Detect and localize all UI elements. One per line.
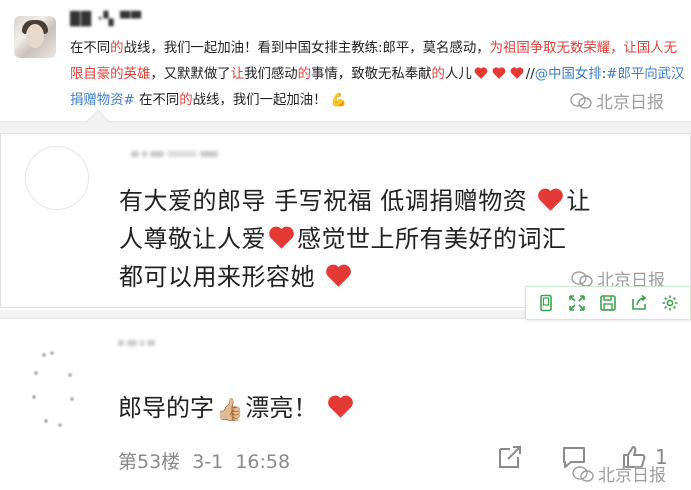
heart-icon xyxy=(492,67,506,79)
heart-icon xyxy=(328,395,353,418)
expand-button[interactable] xyxy=(565,291,589,315)
wechat-icon xyxy=(572,465,594,482)
avatar[interactable] xyxy=(25,146,89,210)
watermark: 北京日报 xyxy=(570,88,664,113)
heart-icon xyxy=(269,226,294,249)
settings-button[interactable] xyxy=(658,291,682,315)
expand-icon xyxy=(568,295,585,311)
floating-toolbar xyxy=(525,286,691,320)
heart-icon xyxy=(538,188,564,211)
thumbs-up-emoji: 👍🏼 xyxy=(216,398,244,423)
floor-number: 第53楼 xyxy=(118,451,181,473)
comment-text: 郎导的字👍🏼漂亮！ xyxy=(118,389,356,430)
date: 3-1 xyxy=(192,451,224,473)
comment-meta: 第53楼 3-1 16:58 xyxy=(118,447,290,474)
share-icon[interactable] xyxy=(496,443,524,471)
time: 16:58 xyxy=(235,451,291,473)
heart-icon xyxy=(510,67,524,79)
comment-card: 有大爱的郎导 手写祝福 低调捐赠物资 让 人尊敬让人爱 感觉世上所有美好的词汇 都… xyxy=(0,133,691,308)
username-blurred xyxy=(131,142,281,164)
username-blurred xyxy=(118,331,268,349)
wechat-icon xyxy=(571,270,593,287)
username[interactable]: ██ ·▚ ▀▀ xyxy=(70,12,142,27)
mention-link[interactable]: @中国女排 xyxy=(535,67,602,82)
flexed-biceps-emoji: 💪 xyxy=(330,93,347,108)
watermark: 北京日报 xyxy=(572,461,666,486)
heart-icon xyxy=(326,264,351,287)
save-icon xyxy=(600,295,616,311)
wechat-icon xyxy=(570,92,592,109)
post-panel: ██ ·▚ ▀▀ 在不同的战线，我们一起加油！看到中国女排主教练:郎平，莫名感动… xyxy=(0,0,691,128)
comment-card: 郎导的字👍🏼漂亮！ 第53楼 3-1 16:58 1 北京日报 xyxy=(0,318,691,490)
save-button[interactable] xyxy=(596,291,620,315)
avatar-blurred xyxy=(28,349,88,439)
share-icon xyxy=(632,294,647,310)
heart-icon xyxy=(474,67,488,79)
share-button[interactable] xyxy=(627,291,651,315)
avatar[interactable] xyxy=(14,16,56,58)
phone-icon xyxy=(539,294,552,312)
settings-icon xyxy=(662,295,678,311)
phone-button[interactable] xyxy=(534,291,558,315)
